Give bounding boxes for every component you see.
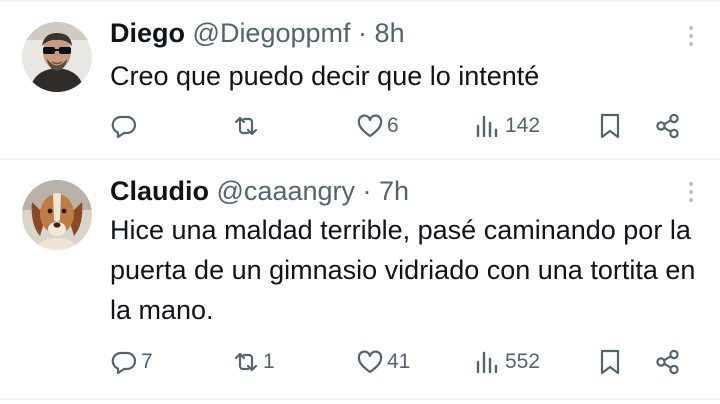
reply-button[interactable] — [110, 108, 141, 144]
like-icon — [357, 114, 383, 138]
retweet-button[interactable]: 1 — [232, 344, 275, 380]
tweet-header: Diego @Diegoppmf · 8h — [110, 16, 405, 50]
reply-count: 7 — [141, 350, 153, 373]
bookmark-icon — [600, 349, 620, 375]
avatar[interactable] — [22, 22, 92, 92]
bookmark-button[interactable] — [596, 344, 624, 380]
avatar[interactable] — [22, 180, 92, 250]
reply-icon — [111, 115, 137, 139]
tweet-header: Claudio @caaangry · 7h — [110, 174, 409, 208]
author-handle[interactable]: @Diegoppmf — [193, 18, 351, 48]
divider — [0, 398, 720, 400]
author-name[interactable]: Claudio — [110, 176, 209, 206]
timestamp[interactable]: 8h — [375, 18, 405, 48]
share-button[interactable] — [654, 108, 682, 144]
like-count: 6 — [387, 114, 399, 137]
tweet-text: Creo que puedo decir que lo intenté — [110, 61, 540, 91]
retweet-icon — [234, 352, 258, 372]
separator-dot: · — [358, 18, 368, 48]
avatar-dog-icon — [22, 180, 92, 250]
like-icon — [357, 350, 383, 374]
retweet-button[interactable] — [232, 108, 263, 144]
author-handle[interactable]: @caaangry — [217, 176, 355, 206]
bookmark-button[interactable] — [596, 108, 624, 144]
timestamp[interactable]: 7h — [379, 176, 409, 206]
tweet[interactable]: Diego @Diegoppmf · 8h Creo que puedo dec… — [0, 0, 720, 158]
views-button[interactable]: 552 — [474, 344, 540, 380]
retweet-count: 1 — [263, 350, 275, 373]
views-icon — [476, 351, 498, 374]
like-count: 41 — [387, 350, 411, 373]
share-button[interactable] — [654, 344, 682, 380]
more-icon[interactable] — [688, 182, 694, 206]
tweet[interactable]: Claudio @caaangry · 7h Hice una maldad t… — [0, 160, 720, 396]
views-icon — [476, 115, 498, 138]
reply-icon — [111, 351, 137, 375]
reply-button[interactable]: 7 — [110, 344, 153, 380]
bookmark-icon — [600, 113, 620, 139]
retweet-icon — [234, 116, 258, 136]
share-icon — [656, 113, 679, 139]
share-icon — [656, 349, 679, 375]
avatar-man-sunglasses-icon — [22, 22, 92, 92]
views-button[interactable]: 142 — [474, 108, 540, 144]
tweet-text: Hice una maldad terrible, pasé caminando… — [110, 215, 696, 325]
more-icon[interactable] — [688, 26, 694, 50]
like-button[interactable]: 41 — [356, 344, 410, 380]
separator-dot: · — [362, 176, 372, 206]
author-name[interactable]: Diego — [110, 18, 185, 48]
action-bar: 6 142 — [0, 108, 720, 144]
views-count: 552 — [505, 350, 541, 373]
like-button[interactable]: 6 — [356, 108, 399, 144]
views-count: 142 — [505, 114, 541, 137]
action-bar: 7 1 41 552 — [0, 344, 720, 380]
